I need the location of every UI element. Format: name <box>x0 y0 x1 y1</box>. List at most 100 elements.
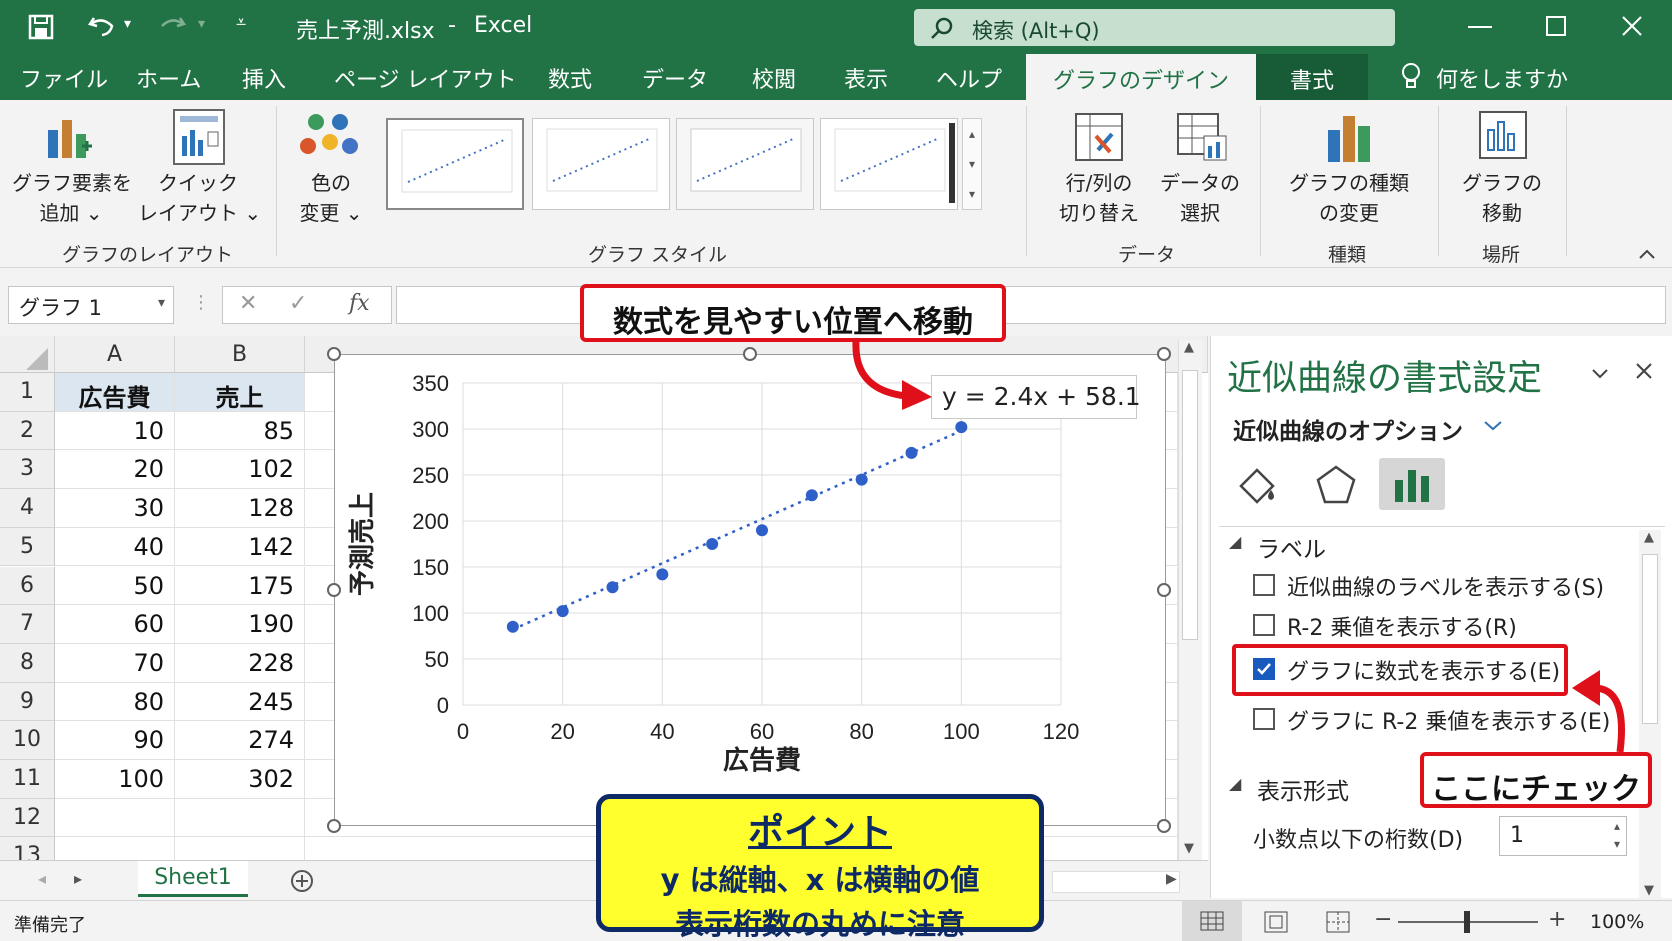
data-cell[interactable]: 85 <box>175 411 305 451</box>
data-cell[interactable]: 30 <box>55 489 175 528</box>
resize-handle[interactable] <box>1157 819 1171 833</box>
chart-style-3[interactable] <box>676 118 814 210</box>
option-display-r2-on-chart[interactable]: グラフに R-2 乗値を表示する(E) <box>1287 704 1610 736</box>
move-chart-button[interactable]: グラフの 移動 <box>1452 168 1552 228</box>
header-cell[interactable]: 広告費 <box>55 373 175 412</box>
data-cell[interactable]: 102 <box>175 450 305 490</box>
data-cell[interactable]: 70 <box>55 643 175 683</box>
data-cell[interactable]: 90 <box>55 721 175 760</box>
zoom-level[interactable]: 100% <box>1590 911 1644 933</box>
row-header-5[interactable]: 5 <box>0 527 55 567</box>
data-cell[interactable]: 245 <box>175 682 305 722</box>
tab-chart-design[interactable]: グラフのデザイン <box>1026 54 1256 100</box>
row-header-2[interactable]: 2 <box>0 411 55 451</box>
data-cell[interactable]: 10 <box>55 411 175 451</box>
select-all-corner[interactable] <box>0 336 55 373</box>
trendline-equation-label[interactable]: y = 2.4x + 58.1 <box>931 375 1141 419</box>
row-header-6[interactable]: 6 <box>0 566 55 606</box>
scrollbar-thumb[interactable] <box>1182 370 1198 640</box>
sheet-next-icon[interactable]: ▸ <box>74 869 82 888</box>
tab-home[interactable]: ホーム <box>136 62 201 94</box>
resize-handle[interactable] <box>743 347 757 361</box>
header-cell[interactable]: 売上 <box>175 373 305 412</box>
tab-page-layout[interactable]: ページ レイアウト <box>334 62 517 94</box>
scroll-down-icon[interactable]: ▼ <box>1184 841 1194 856</box>
row-header-3[interactable]: 3 <box>0 450 55 490</box>
checkbox-show-trendline-label[interactable] <box>1253 574 1275 596</box>
switch-row-column-button[interactable]: 行/列の 切り替え <box>1046 168 1152 228</box>
data-cell[interactable]: 190 <box>175 605 305 644</box>
customize-toolbar-icon[interactable]: ⩡ <box>236 12 246 33</box>
pane-scroll-up-icon[interactable]: ▲ <box>1644 530 1654 545</box>
zoom-slider-thumb[interactable] <box>1464 911 1470 933</box>
pane-scrollbar-thumb[interactable] <box>1642 554 1658 724</box>
data-cell[interactable]: 100 <box>55 760 175 799</box>
tab-format[interactable]: 書式 <box>1256 54 1368 100</box>
row-header-8[interactable]: 8 <box>0 643 55 683</box>
zoom-in-icon[interactable]: + <box>1548 907 1566 932</box>
option-show-r2[interactable]: R-2 乗値を表示する(R) <box>1287 610 1517 642</box>
move-chart-icon[interactable] <box>1478 110 1528 162</box>
search-box[interactable]: 検索 (Alt+Q) <box>914 9 1395 46</box>
sheet-prev-icon[interactable]: ◂ <box>38 869 46 888</box>
save-icon[interactable] <box>28 14 54 40</box>
scatter-chart[interactable]: 0 50 100 150 200 250 300 350 0 20 40 60 80 100 120 広告費 予… <box>327 347 1171 833</box>
maximize-icon[interactable] <box>1546 16 1566 36</box>
effects-pentagon-icon[interactable] <box>1315 464 1357 506</box>
page-break-view-icon[interactable] <box>1326 911 1350 933</box>
pane-scroll-down-icon[interactable]: ▼ <box>1644 883 1654 898</box>
change-chart-type-button[interactable]: グラフの種類 の変更 <box>1282 168 1416 228</box>
switch-row-column-icon[interactable] <box>1074 112 1124 162</box>
select-data-button[interactable]: データの 選択 <box>1150 168 1250 228</box>
data-cell[interactable]: 302 <box>175 760 305 799</box>
column-header-b[interactable]: B <box>175 336 305 373</box>
trendline-options-tab[interactable] <box>1379 458 1445 510</box>
section-chevron-icon[interactable] <box>1483 420 1503 432</box>
chart-style-2[interactable] <box>532 118 670 210</box>
data-cell[interactable]: 80 <box>55 682 175 722</box>
undo-icon[interactable] <box>88 14 116 38</box>
horizontal-scrollbar[interactable] <box>1052 871 1180 893</box>
tab-help[interactable]: ヘルプ <box>936 62 1002 94</box>
vertical-scrollbar[interactable]: ▲ ▼ <box>1178 340 1202 860</box>
name-box-dropdown-icon[interactable]: ▾ <box>158 295 165 311</box>
pane-options-chevron-icon[interactable] <box>1591 368 1609 380</box>
tab-formulas[interactable]: 数式 <box>548 62 592 94</box>
minimize-icon[interactable] <box>1468 26 1492 30</box>
cancel-icon[interactable]: ✕ <box>239 291 257 316</box>
format-collapse-icon[interactable]: ◢ <box>1229 774 1241 793</box>
pane-close-icon[interactable] <box>1635 362 1653 380</box>
row-header-1[interactable]: 1 <box>0 373 55 412</box>
tab-view[interactable]: 表示 <box>844 62 888 94</box>
change-colors-button[interactable]: 色の 変更 ⌄ <box>286 168 376 228</box>
resize-handle[interactable] <box>327 819 341 833</box>
chart-style-4[interactable] <box>820 118 958 210</box>
resize-handle[interactable] <box>1157 583 1171 597</box>
row-header-11[interactable]: 11 <box>0 760 55 799</box>
data-cell[interactable]: 274 <box>175 721 305 760</box>
select-data-icon[interactable] <box>1176 112 1228 162</box>
resize-handle[interactable] <box>1157 347 1171 361</box>
tab-review[interactable]: 校閲 <box>752 62 796 94</box>
empty-cell[interactable] <box>55 798 175 838</box>
column-header-a[interactable]: A <box>55 336 175 373</box>
collapse-ribbon-icon[interactable] <box>1638 248 1656 260</box>
undo-dropdown-icon[interactable]: ▾ <box>124 16 131 32</box>
data-cell[interactable]: 60 <box>55 605 175 644</box>
redo-icon[interactable] <box>158 14 186 38</box>
color-palette-icon[interactable] <box>300 110 360 166</box>
data-cell[interactable]: 175 <box>175 566 305 606</box>
sheet-tab-sheet1[interactable]: Sheet1 <box>138 861 248 897</box>
format-group-header[interactable]: 表示形式 <box>1257 772 1349 806</box>
add-chart-element-button[interactable]: グラフ要素を 追加 ⌄ <box>12 168 132 228</box>
data-cell[interactable]: 40 <box>55 527 175 567</box>
label-group-header[interactable]: ラベル <box>1257 530 1326 564</box>
trendline-options-header[interactable]: 近似曲線のオプション <box>1233 412 1463 446</box>
zoom-out-icon[interactable]: − <box>1374 907 1392 932</box>
row-header-9[interactable]: 9 <box>0 682 55 722</box>
tab-data[interactable]: データ <box>642 62 708 94</box>
normal-view-button[interactable] <box>1182 901 1242 941</box>
add-sheet-icon[interactable] <box>290 869 314 893</box>
resize-handle[interactable] <box>327 583 341 597</box>
insert-function-icon[interactable]: fx <box>349 291 370 316</box>
